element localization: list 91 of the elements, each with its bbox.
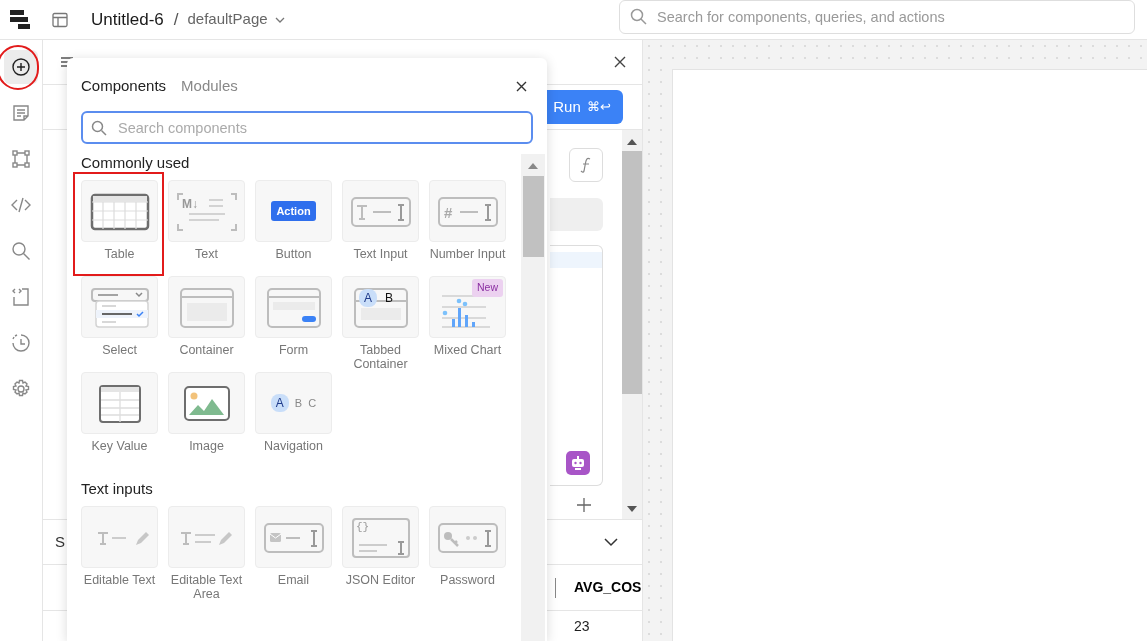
component-label: Button bbox=[274, 247, 313, 261]
component-tile[interactable] bbox=[342, 180, 419, 242]
component-tile[interactable] bbox=[168, 372, 245, 434]
component-label: Navigation bbox=[262, 439, 325, 453]
section-title: Text inputs bbox=[81, 480, 154, 499]
component-tile[interactable] bbox=[81, 180, 158, 242]
input-field[interactable] bbox=[550, 198, 603, 231]
sidebar-tool-button[interactable] bbox=[4, 50, 38, 84]
popup-tab[interactable]: Modules bbox=[181, 75, 238, 98]
component-tile[interactable] bbox=[81, 372, 158, 434]
code-icon bbox=[11, 195, 31, 215]
preview-label: B bbox=[385, 290, 394, 307]
column-header: AVG_COS bbox=[574, 578, 642, 597]
component-label: Number Input bbox=[428, 247, 507, 261]
select-icon bbox=[90, 288, 150, 328]
component-tile[interactable] bbox=[168, 276, 245, 338]
table-icon bbox=[90, 192, 150, 232]
scrollbar[interactable] bbox=[622, 130, 642, 519]
container-icon bbox=[177, 288, 237, 328]
json-editor-icon bbox=[351, 518, 411, 558]
logo-icon[interactable] bbox=[10, 8, 32, 31]
component-tile[interactable] bbox=[255, 276, 332, 338]
component-tile[interactable]: Action bbox=[255, 180, 332, 242]
preview-label: A bbox=[270, 394, 289, 412]
history-icon bbox=[11, 333, 31, 353]
section-title: Commonly used bbox=[81, 154, 191, 173]
panel-label: S bbox=[55, 531, 65, 552]
component-tile[interactable] bbox=[81, 276, 158, 338]
function-button[interactable] bbox=[569, 148, 603, 182]
page-dropdown[interactable]: defaultPage bbox=[187, 8, 286, 31]
component-label: Form bbox=[277, 343, 310, 357]
component-label: Container bbox=[178, 343, 235, 357]
search-icon bbox=[11, 241, 31, 261]
component-tile[interactable] bbox=[168, 506, 245, 568]
component-label: Editable Text bbox=[82, 573, 157, 587]
add-icon[interactable] bbox=[577, 498, 591, 512]
component-tile[interactable]: {} bbox=[342, 506, 419, 568]
component-tile[interactable]: New bbox=[429, 276, 506, 338]
markdown-icon bbox=[177, 192, 237, 232]
nodes-icon bbox=[11, 149, 31, 169]
layout-icon[interactable] bbox=[52, 11, 68, 28]
preview-label: Action bbox=[271, 200, 316, 222]
form-icon bbox=[264, 288, 324, 328]
component-tile[interactable] bbox=[81, 506, 158, 568]
component-label: Key Value bbox=[90, 439, 149, 453]
preview-label: {} bbox=[356, 520, 370, 535]
scrollbar-thumb[interactable] bbox=[522, 176, 544, 257]
scrollbar-thumb[interactable] bbox=[622, 151, 642, 394]
note-icon bbox=[11, 103, 31, 123]
preview-label: B bbox=[294, 395, 303, 411]
search-icon bbox=[91, 120, 107, 136]
preview-label: # bbox=[444, 203, 453, 223]
preview-label: A bbox=[359, 289, 377, 307]
scroll-up-icon[interactable] bbox=[528, 162, 538, 169]
component-tile[interactable]: M↓ bbox=[168, 180, 245, 242]
scroll-up-icon[interactable] bbox=[627, 138, 637, 145]
table-cell-text: 23 bbox=[574, 616, 591, 636]
scrollbar[interactable] bbox=[521, 154, 545, 641]
component-label: Tabbed Container bbox=[352, 343, 409, 371]
component-label: Email bbox=[276, 573, 311, 587]
app-title[interactable]: Untitled-6 bbox=[91, 6, 164, 33]
component-label: Text bbox=[194, 247, 219, 261]
bot-icon[interactable] bbox=[566, 451, 590, 475]
code-file-icon bbox=[11, 287, 31, 307]
breadcrumb-separator: / bbox=[173, 8, 179, 31]
add-icon bbox=[11, 57, 31, 77]
component-tile[interactable]: A B bbox=[342, 276, 419, 338]
function-icon bbox=[580, 157, 592, 173]
close-icon[interactable] bbox=[516, 81, 527, 92]
close-icon[interactable] bbox=[614, 56, 626, 68]
component-label: Image bbox=[188, 439, 225, 453]
component-label: Select bbox=[101, 343, 138, 357]
component-label: JSON Editor bbox=[344, 573, 417, 587]
component-tile[interactable]: A B C bbox=[255, 372, 332, 434]
search-field[interactable]: Search components bbox=[81, 111, 533, 144]
scroll-down-icon[interactable] bbox=[627, 506, 637, 513]
component-label: Text Input bbox=[352, 247, 409, 261]
popup-tab[interactable]: Components bbox=[81, 75, 167, 98]
settings-icon bbox=[11, 379, 31, 399]
chevron-down-icon[interactable] bbox=[604, 535, 618, 549]
preview-label: M↓ bbox=[182, 196, 198, 213]
preview-label: C bbox=[308, 395, 317, 411]
new-badge: New bbox=[472, 279, 503, 297]
tabbed-container-icon bbox=[351, 288, 411, 328]
component-label: Editable Text Area bbox=[169, 573, 244, 601]
search-icon bbox=[630, 7, 647, 25]
component-label: Mixed Chart bbox=[432, 343, 503, 357]
component-tile[interactable] bbox=[255, 506, 332, 568]
component-label: Password bbox=[439, 573, 496, 587]
component-tile[interactable] bbox=[429, 506, 506, 568]
component-label: Table bbox=[103, 247, 136, 261]
